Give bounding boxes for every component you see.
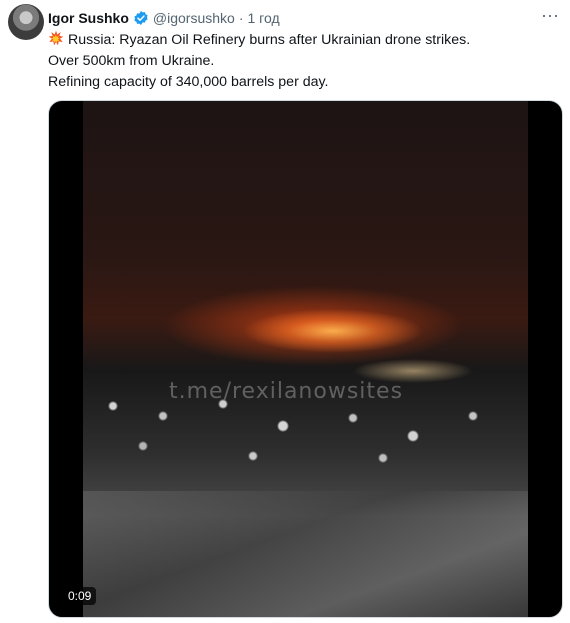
tweet-line-1: Russia: Ryazan Oil Refinery burns after … <box>48 30 558 51</box>
more-options-icon[interactable]: ··· <box>538 6 562 26</box>
video-watermark: t.me/rexilanowsites <box>169 379 404 404</box>
tweet-line-3: Refining capacity of 340,000 barrels per… <box>48 74 329 90</box>
collision-emoji-icon <box>48 30 64 46</box>
author-avatar[interactable] <box>8 4 44 40</box>
author-name[interactable]: Igor Sushko <box>48 10 129 26</box>
verified-badge-icon <box>134 11 148 25</box>
tweet-line-1-text: Russia: Ryazan Oil Refinery burns after … <box>68 32 471 48</box>
meta-separator: · <box>238 10 244 26</box>
tweet-timestamp[interactable]: 1 год <box>248 10 280 26</box>
tweet-line-2: Over 500km from Ukraine. <box>48 53 215 69</box>
author-handle[interactable]: @igorsushko <box>153 10 235 26</box>
video-player[interactable]: t.me/rexilanowsites 0:09 <box>48 100 563 618</box>
tweet-text: Russia: Ryazan Oil Refinery burns after … <box>48 30 558 93</box>
video-foreground <box>83 491 528 617</box>
tweet-header: Igor Sushko @igorsushko · 1 год <box>48 8 280 28</box>
video-duration-badge: 0:09 <box>63 587 97 605</box>
tweet-card[interactable]: Igor Sushko @igorsushko · 1 год ··· Russ… <box>0 0 570 623</box>
